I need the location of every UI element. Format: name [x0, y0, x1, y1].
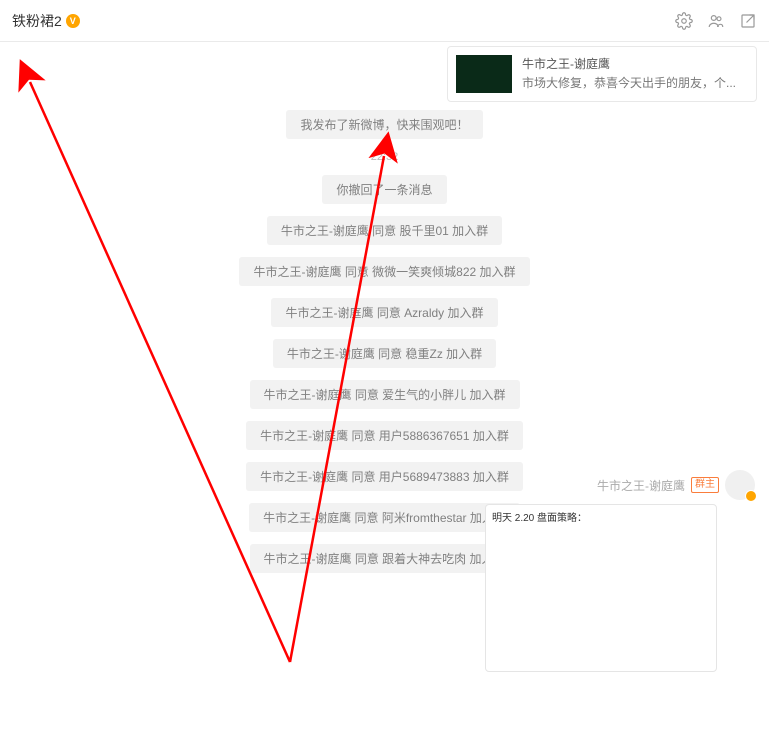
- verified-badge-icon: V: [66, 14, 80, 28]
- image-content: [494, 513, 708, 663]
- timestamp: 22:32: [371, 151, 399, 163]
- chat-title: 铁粉裙2: [12, 11, 62, 31]
- header-left: 铁粉裙2 V: [12, 11, 80, 31]
- system-bubble: 牛市之王-谢庭鹰 同意 稳重Zz 加入群: [273, 339, 496, 368]
- system-bubble: 牛市之王-谢庭鹰 同意 用户5689473883 加入群: [246, 462, 523, 491]
- members-icon[interactable]: [707, 12, 725, 30]
- system-bubble: 牛市之王-谢庭鹰 同意 爱生气的小胖儿 加入群: [250, 380, 520, 409]
- verified-badge-icon: [745, 490, 757, 502]
- system-bubble: 牛市之王-谢庭鹰 同意 阿米fromthestar 加入群: [249, 503, 520, 532]
- image-message[interactable]: 明天 2.20 盘面策略：: [485, 504, 717, 672]
- image-caption: 明天 2.20 盘面策略：: [492, 509, 587, 524]
- message-row: 牛市之王-谢庭鹰 群主 明天 2.20 盘面策略：: [485, 470, 755, 672]
- link-thumbnail: [456, 55, 512, 93]
- message-meta: 牛市之王-谢庭鹰 群主: [597, 470, 755, 500]
- system-bubble: 牛市之王-谢庭鹰 同意 Azraldy 加入群: [271, 298, 497, 327]
- link-preview-card[interactable]: 牛市之王-谢庭鹰 市场大修复，恭喜今天出手的朋友，个...: [447, 46, 757, 102]
- avatar[interactable]: [725, 470, 755, 500]
- sender-name: 牛市之王-谢庭鹰: [597, 477, 685, 494]
- system-bubble: 我发布了新微博，快来围观吧！: [286, 110, 482, 139]
- popout-icon[interactable]: [739, 12, 757, 30]
- link-title: 牛市之王-谢庭鹰: [522, 55, 748, 72]
- system-bubble: 牛市之王-谢庭鹰 同意 微微一笑爽倾城822 加入群: [239, 257, 529, 286]
- system-bubble: 牛市之王-谢庭鹰 同意 跟着大神去吃肉 加入群: [250, 544, 520, 573]
- system-bubble: 牛市之王-谢庭鹰 同意 用户5886367651 加入群: [246, 421, 523, 450]
- chat-body: 牛市之王-谢庭鹰 市场大修复，恭喜今天出手的朋友，个... 我发布了新微博，快来…: [0, 42, 769, 707]
- system-bubble: 你撤回了一条消息: [322, 175, 446, 204]
- link-texts: 牛市之王-谢庭鹰 市场大修复，恭喜今天出手的朋友，个...: [522, 55, 748, 93]
- header-actions: [675, 12, 757, 30]
- link-desc: 市场大修复，恭喜今天出手的朋友，个...: [522, 74, 748, 91]
- owner-tag: 群主: [691, 477, 719, 493]
- gear-icon[interactable]: [675, 12, 693, 30]
- system-bubble: 牛市之王-谢庭鹰 同意 股千里01 加入群: [267, 216, 502, 245]
- chat-header: 铁粉裙2 V: [0, 0, 769, 42]
